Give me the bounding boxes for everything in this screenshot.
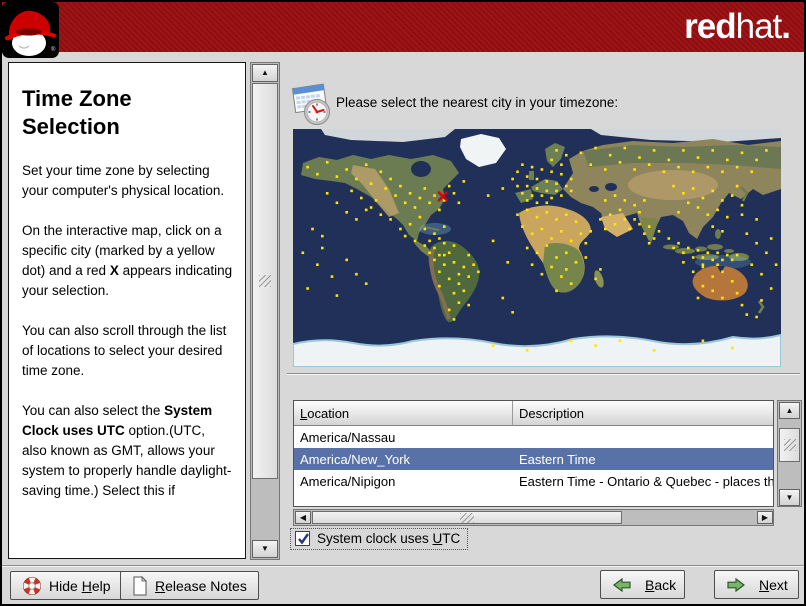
timezone-row[interactable]: America/Nipigon Eastern Time - Ontario & …: [294, 470, 773, 492]
help-title: Time Zone Selection: [22, 86, 132, 139]
back-label: Back: [645, 576, 677, 593]
timezone-clock-icon: [287, 82, 333, 131]
release-notes-label: Release Notes: [155, 577, 247, 594]
timezone-list-header: Location Description: [294, 401, 773, 426]
utc-checkbox-label: System clock uses UTC: [317, 531, 461, 546]
next-arrow-icon: [726, 577, 746, 593]
utc-checkbox-row[interactable]: System clock uses UTC: [290, 528, 469, 550]
help-panel: Time Zone Selection Set your time zone b…: [8, 62, 246, 559]
list-scroll-right-arrow-icon[interactable]: ▶: [757, 511, 773, 524]
timezone-location: America/Nipigon: [300, 473, 396, 489]
list-vscrollbar[interactable]: ▲ ▼: [777, 400, 802, 507]
help-paragraphs: Set your time zone by selecting your com…: [22, 161, 233, 501]
document-icon: [132, 575, 148, 596]
redhat-wordmark: redhat.: [684, 5, 791, 49]
help-scrollbar[interactable]: ▲ ▼: [250, 62, 280, 560]
title-banner: redhat.: [2, 2, 804, 52]
help-paragraph: You can also select the System Clock use…: [22, 403, 232, 498]
list-hscrollbar[interactable]: ◀ ▶: [293, 509, 774, 526]
world-map[interactable]: [292, 129, 782, 368]
back-button[interactable]: Back: [600, 570, 685, 599]
life-buoy-icon: [22, 576, 42, 596]
column-header-description[interactable]: Description: [513, 401, 773, 426]
timezone-rows: America/Nassau America/New_York Eastern Ti…: [294, 426, 773, 492]
help-scroll-up-arrow-icon[interactable]: ▲: [252, 64, 278, 82]
timezone-row[interactable]: America/New_York Eastern Time: [294, 448, 773, 470]
hide-help-label: Hide Help: [49, 577, 111, 594]
brand-dot: .: [781, 7, 791, 46]
footer-separator: [2, 565, 804, 567]
column-header-location-label: ocation: [307, 405, 350, 421]
timezone-row[interactable]: America/Nassau: [294, 426, 773, 448]
hide-help-button[interactable]: Hide Help: [10, 571, 123, 600]
column-header-description-label: Description: [519, 405, 585, 421]
help-scroll-down-arrow-icon[interactable]: ▼: [252, 540, 278, 558]
installer-window: redhat. ® Time Zone Selection Set your t…: [0, 0, 806, 606]
timezone-description: Eastern Time: [519, 451, 596, 467]
list-scroll-left-arrow-icon[interactable]: ◀: [295, 511, 311, 524]
help-paragraph: You can also scroll through the list of …: [22, 323, 227, 378]
brand-light: hat: [735, 7, 783, 46]
timezone-location: America/New_York: [300, 451, 411, 467]
help-paragraph: On the interactive map, click on a speci…: [22, 223, 233, 298]
list-scroll-down-arrow-icon[interactable]: ▼: [779, 489, 800, 506]
checkmark-icon: [298, 533, 309, 545]
svg-text:®: ®: [51, 46, 56, 53]
release-notes-button[interactable]: Release Notes: [120, 571, 259, 600]
separator-line: [287, 373, 800, 375]
timezone-description: Eastern Time - Ontario & Quebec - places…: [519, 473, 773, 489]
redhat-shadowman-icon: ®: [2, 2, 60, 59]
back-arrow-icon: [612, 577, 632, 593]
timezone-location: America/Nassau: [300, 429, 396, 445]
utc-checkbox[interactable]: [295, 531, 310, 546]
prompt-text: Please select the nearest city in your t…: [336, 95, 619, 110]
list-vscrollbar-thumb[interactable]: [779, 428, 800, 462]
list-hscrollbar-thumb[interactable]: [312, 511, 622, 524]
brand-bold: red: [684, 7, 736, 46]
help-paragraph: Set your time zone by selecting your com…: [22, 163, 225, 198]
column-header-location[interactable]: Location: [294, 401, 513, 426]
next-button[interactable]: Next: [714, 570, 799, 599]
help-scrollbar-thumb[interactable]: [252, 83, 278, 479]
next-label: Next: [759, 576, 788, 593]
list-scroll-up-arrow-icon[interactable]: ▲: [779, 402, 800, 419]
timezone-list: Location Description America/Nassau Ameri…: [293, 400, 774, 507]
